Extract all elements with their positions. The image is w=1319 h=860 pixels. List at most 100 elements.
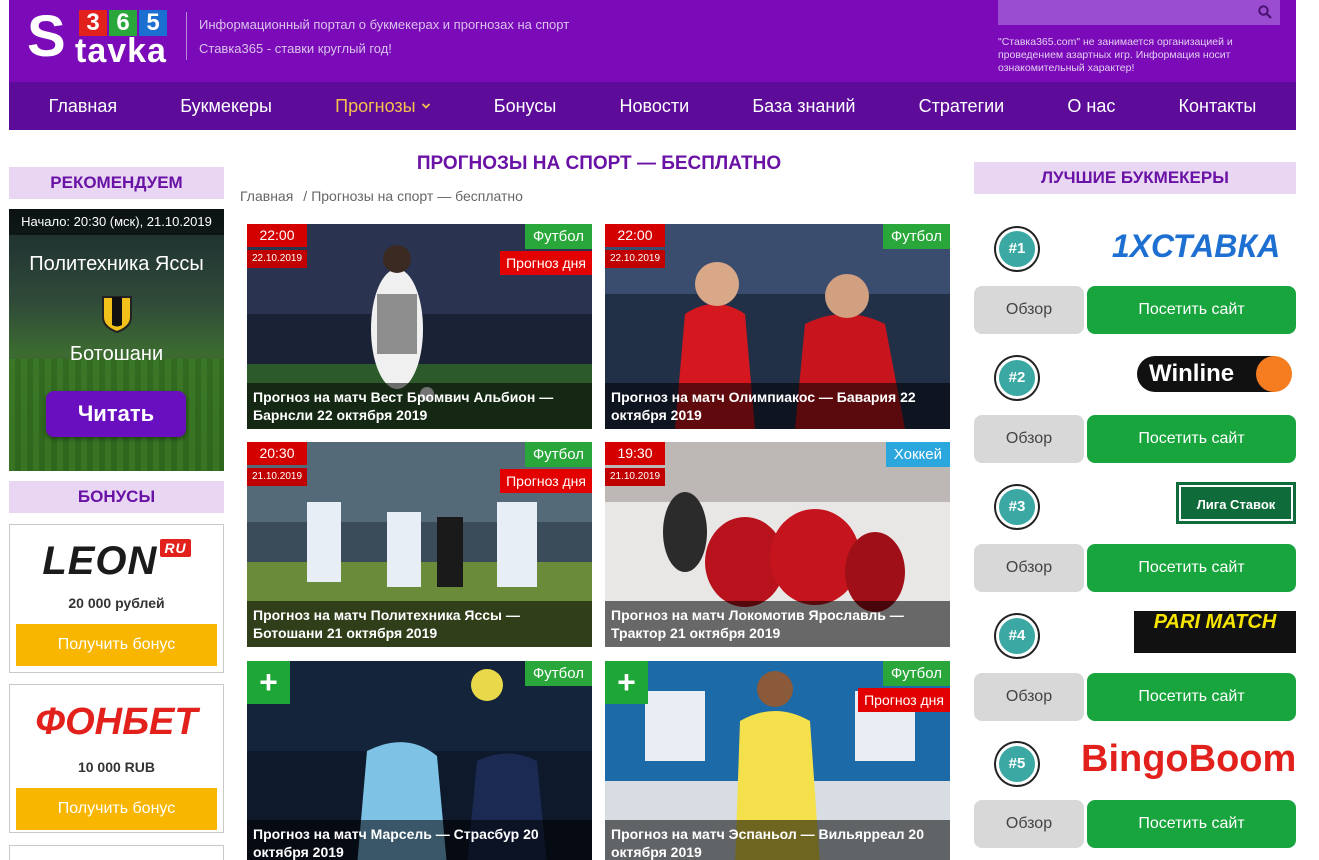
match-date-badge: 22.10.2019 [247, 250, 307, 268]
search-icon[interactable] [1258, 5, 1272, 19]
nav-predictions[interactable]: Прогнозы [335, 96, 430, 117]
bookmaker-row-2: #2 Winline Обзор Посетить сайт [974, 351, 1296, 481]
visit-site-button[interactable]: Посетить сайт [1087, 286, 1296, 334]
prediction-title[interactable]: Прогноз на матч Эспаньол — Вильярреал 20… [605, 820, 950, 860]
plus-icon[interactable]: + [247, 661, 290, 704]
prediction-title[interactable]: Прогноз на матч Марсель — Страсбур 20 ок… [247, 820, 592, 860]
sport-tag[interactable]: Футбол [524, 224, 592, 249]
recommend-heading: РЕКОМЕНДУЕМ [9, 167, 224, 199]
recommended-match-card[interactable]: Начало: 20:30 (мск), 21.10.2019 Политехн… [9, 209, 224, 471]
search-box [998, 0, 1280, 25]
nav-news[interactable]: Новости [619, 96, 689, 117]
sport-tag[interactable]: Футбол [524, 661, 592, 686]
plus-icon[interactable]: + [605, 661, 648, 704]
nav-bonuses[interactable]: Бонусы [494, 96, 557, 117]
main-nav: Главная Букмекеры Прогнозы Бонусы Новост… [9, 82, 1296, 130]
match-time-badge: 19:30 [605, 442, 665, 465]
logo-letter: S [27, 4, 66, 69]
fonbet-logo[interactable]: ФОНБЕТ [10, 701, 223, 744]
prediction-card[interactable]: + Футбол Прогноз дня Прогноз на матч Эсп… [605, 661, 950, 860]
match-start-time: Начало: 20:30 (мск), 21.10.2019 [9, 209, 224, 235]
prediction-card[interactable]: 22:00 22.10.2019 Футбол Прогноз на матч … [605, 224, 950, 429]
bingoboom-logo[interactable]: BingoBoom [1081, 737, 1296, 781]
nav-bookmakers[interactable]: Букмекеры [180, 96, 272, 117]
prediction-of-day-badge: Прогноз дня [500, 469, 592, 493]
chevron-down-icon [421, 103, 430, 109]
match-date-badge: 22.10.2019 [605, 250, 665, 268]
overview-button[interactable]: Обзор [974, 286, 1084, 334]
leon-logo-text: LEON [42, 539, 158, 583]
visit-site-button[interactable]: Посетить сайт [1087, 544, 1296, 592]
overview-button[interactable]: Обзор [974, 544, 1084, 592]
breadcrumb-separator: / [303, 188, 308, 204]
sport-tag[interactable]: Футбол [882, 661, 950, 686]
winline-logo-text: Winline [1149, 360, 1235, 387]
liga-stavok-logo[interactable]: Лига Ставок [1176, 482, 1296, 524]
leon-logo-suffix: RU [160, 539, 191, 557]
prediction-of-day-badge: Прогноз дня [500, 251, 592, 275]
site-tagline: Информационный портал о букмекерах и про… [199, 17, 570, 32]
match-time-badge: 20:30 [247, 442, 307, 465]
visit-site-button[interactable]: Посетить сайт [1087, 800, 1296, 848]
breadcrumb-home[interactable]: Главная [240, 188, 293, 204]
bonus-amount: 20 000 рублей [68, 595, 165, 611]
bonus-amount: 10 000 RUB [77, 759, 156, 775]
bonus-card-next [9, 845, 224, 860]
prediction-title[interactable]: Прогноз на матч Вест Бромвич Альбион — Б… [247, 383, 592, 429]
bookmaker-row-5: #5 BingoBoom Обзор Посетить сайт [974, 737, 1296, 860]
rank-badge: #2 [996, 357, 1038, 399]
leon-logo[interactable]: LEON RU [10, 539, 223, 584]
best-bookmakers-heading: ЛУЧШИЕ БУКМЕКЕРЫ [974, 162, 1296, 194]
logo-word: tavka [75, 32, 167, 70]
bonuses-heading: БОНУСЫ [9, 481, 224, 513]
1xstavka-logo[interactable]: 1XСТАВКА [1096, 226, 1296, 266]
away-team: Ботошани [69, 343, 164, 365]
overview-button[interactable]: Обзор [974, 673, 1084, 721]
prediction-card[interactable]: 19:30 21.10.2019 Хоккей Прогноз на матч … [605, 442, 950, 647]
prediction-card[interactable]: + Футбол Прогноз на матч Марсель — Страс… [247, 661, 592, 860]
get-bonus-button[interactable]: Получить бонус [16, 624, 217, 666]
prediction-title[interactable]: Прогноз на матч Локомотив Ярославль — Тр… [605, 601, 950, 647]
site-logo[interactable]: S 3 6 5 tavka [27, 8, 177, 68]
match-date-badge: 21.10.2019 [605, 468, 665, 486]
winline-logo[interactable]: Winline [1137, 356, 1292, 392]
nav-predictions-label: Прогнозы [335, 95, 416, 116]
prediction-card[interactable]: 20:30 21.10.2019 Футбол Прогноз дня Прог… [247, 442, 592, 647]
team-shield-icon [102, 296, 132, 333]
visit-site-button[interactable]: Посетить сайт [1087, 415, 1296, 463]
read-button[interactable]: Читать [46, 391, 186, 437]
prediction-title[interactable]: Прогноз на матч Политехника Яссы — Ботош… [247, 601, 592, 647]
prediction-of-day-badge: Прогноз дня [858, 688, 950, 712]
site-header: S 3 6 5 tavka Информационный портал о бу… [9, 0, 1296, 82]
match-date-badge: 21.10.2019 [247, 468, 307, 486]
parimatch-logo[interactable]: PARI MATCH [1134, 611, 1296, 653]
breadcrumb-current: Прогнозы на спорт — бесплатно [311, 188, 523, 204]
bonus-card-leon: LEON RU 20 000 рублей Получить бонус [9, 524, 224, 673]
sport-tag[interactable]: Футбол [524, 442, 592, 467]
sport-tag[interactable]: Футбол [882, 224, 950, 249]
home-team: Политехника Яссы [29, 253, 204, 275]
prediction-title[interactable]: Прогноз на матч Олимпиакос — Бавария 22 … [605, 383, 950, 429]
bookmaker-row-1: #1 1XСТАВКА Обзор Посетить сайт [974, 222, 1296, 352]
nav-contacts[interactable]: Контакты [1179, 96, 1257, 117]
sport-tag[interactable]: Хоккей [885, 442, 950, 467]
bookmaker-row-4: #4 PARI MATCH Обзор Посетить сайт [974, 609, 1296, 739]
bonus-card-fonbet: ФОНБЕТ 10 000 RUB Получить бонус [9, 684, 224, 833]
logo-divider [186, 12, 187, 60]
breadcrumb: Главная / Прогнозы на спорт — бесплатно [240, 188, 523, 204]
prediction-card[interactable]: 22:00 22.10.2019 Футбол Прогноз дня Прог… [247, 224, 592, 429]
rank-badge: #4 [996, 615, 1038, 657]
nav-home[interactable]: Главная [49, 96, 118, 117]
nav-about[interactable]: О нас [1067, 96, 1115, 117]
search-input[interactable] [998, 0, 1248, 25]
winline-dot-icon [1256, 356, 1292, 392]
nav-knowledge-base[interactable]: База знаний [752, 96, 855, 117]
nav-strategies[interactable]: Стратегии [919, 96, 1005, 117]
overview-button[interactable]: Обзор [974, 800, 1084, 848]
get-bonus-button[interactable]: Получить бонус [16, 788, 217, 830]
bookmaker-row-3: #3 Лига Ставок Обзор Посетить сайт [974, 480, 1296, 610]
visit-site-button[interactable]: Посетить сайт [1087, 673, 1296, 721]
site-slogan: Ставка365 - ставки круглый год! [199, 41, 392, 56]
page: S 3 6 5 tavka Информационный портал о бу… [0, 0, 1319, 860]
overview-button[interactable]: Обзор [974, 415, 1084, 463]
